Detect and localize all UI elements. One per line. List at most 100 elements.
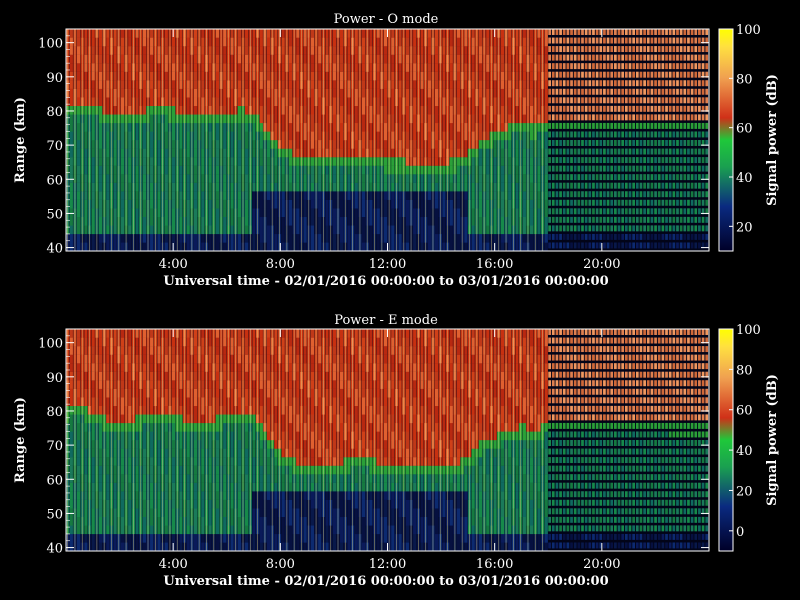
heatmap-cell [427,88,431,98]
heatmap-cell [581,199,584,206]
heatmap-cell [288,199,293,209]
heatmap-cell [223,54,227,64]
heatmap-cell [628,63,632,70]
heatmap-cell [106,140,110,149]
heatmap-cell [420,105,424,115]
heatmap-cell [570,148,573,155]
heatmap-cell [427,71,431,81]
heatmap-cell [98,465,103,475]
heatmap-cell [266,122,271,132]
heatmap-cell [635,199,639,206]
heatmap-cell [405,165,410,175]
heatmap-cell [672,97,676,104]
heatmap-cell [606,46,610,53]
heatmap-cell [332,165,336,175]
heatmap-cell [340,140,344,149]
heatmap-cell [318,97,322,107]
heatmap-cell [76,63,81,72]
heatmap-cell [391,88,395,98]
heatmap-cell [628,46,632,53]
heatmap-cell [657,148,661,155]
heatmap-cell [562,182,566,189]
heatmap-cell [588,97,592,104]
heatmap-cell [646,97,650,104]
heatmap-cell [157,54,161,64]
heatmap-cell [610,46,614,53]
heatmap-cell [150,46,154,55]
heatmap-cell [215,114,220,124]
heatmap-cell [632,88,636,95]
heatmap-cell [179,165,183,175]
heatmap-cell [303,216,307,226]
heatmap-cell [150,131,154,141]
heatmap-cell [193,37,198,47]
heatmap-cell [687,114,690,121]
heatmap-cell [193,114,198,124]
heatmap-cell [91,54,95,64]
heatmap-cell [120,63,125,72]
heatmap-cell [624,29,628,35]
heatmap-cell [639,182,643,189]
heatmap-cell [354,37,358,47]
heatmap-cell [310,174,315,183]
heatmap-cell [698,105,701,112]
heatmap-cell [544,165,548,175]
heatmap-cell [98,242,103,252]
heatmap-cell [606,199,610,206]
heatmap-cell [179,88,183,98]
heatmap-cell [661,199,665,206]
heatmap-cell [398,80,402,89]
heatmap-cell [646,157,650,164]
heatmap-cell [672,105,676,112]
heatmap-cell [150,29,154,38]
heatmap-cell [599,80,603,87]
heatmap-cell [193,140,198,149]
heatmap-cell [464,140,468,149]
heatmap-cell [515,88,519,98]
heatmap-cell [665,88,668,95]
heatmap-cell [84,174,88,183]
heatmap-cell [391,199,395,209]
heatmap-cell [434,174,439,183]
heatmap-cell [120,80,125,89]
heatmap-cell [661,105,665,112]
heatmap-cell [643,88,646,95]
heatmap-cell [614,80,617,87]
heatmap-cell [405,191,410,200]
heatmap-cell [500,225,505,235]
panel-title: Power - E mode [334,313,438,328]
heatmap-cell [318,233,322,243]
heatmap-cell [500,122,505,132]
heatmap-cell [551,191,555,198]
heatmap-cell [551,37,555,44]
heatmap-cell [508,97,512,107]
heatmap-cell [420,46,424,55]
heatmap-cell [310,216,315,226]
heatmap-cell [679,88,683,95]
heatmap-cell [683,199,687,206]
heatmap-cell [237,199,241,209]
heatmap-cell [529,97,534,107]
heatmap-cell [193,148,198,158]
heatmap-cell [91,88,95,98]
heatmap-cell [69,363,73,372]
heatmap-cell [434,140,439,149]
heatmap-cell [508,105,512,115]
heatmap-cell [584,71,588,78]
heatmap-cell [223,216,227,226]
heatmap-cell [332,174,336,183]
heatmap-cell [413,54,417,64]
heatmap-cell [555,191,559,198]
heatmap-cell [464,122,468,132]
heatmap-cell [84,225,88,235]
heatmap-cell [128,191,132,200]
heatmap-cell [621,114,625,121]
heatmap-cell [464,37,468,47]
heatmap-cell [91,431,95,441]
heatmap-cell [668,122,672,129]
heatmap-cell [164,54,168,64]
heatmap-cell [588,165,592,172]
heatmap-cell [456,114,461,124]
heatmap-cell [391,216,395,226]
heatmap-cell [164,148,168,158]
